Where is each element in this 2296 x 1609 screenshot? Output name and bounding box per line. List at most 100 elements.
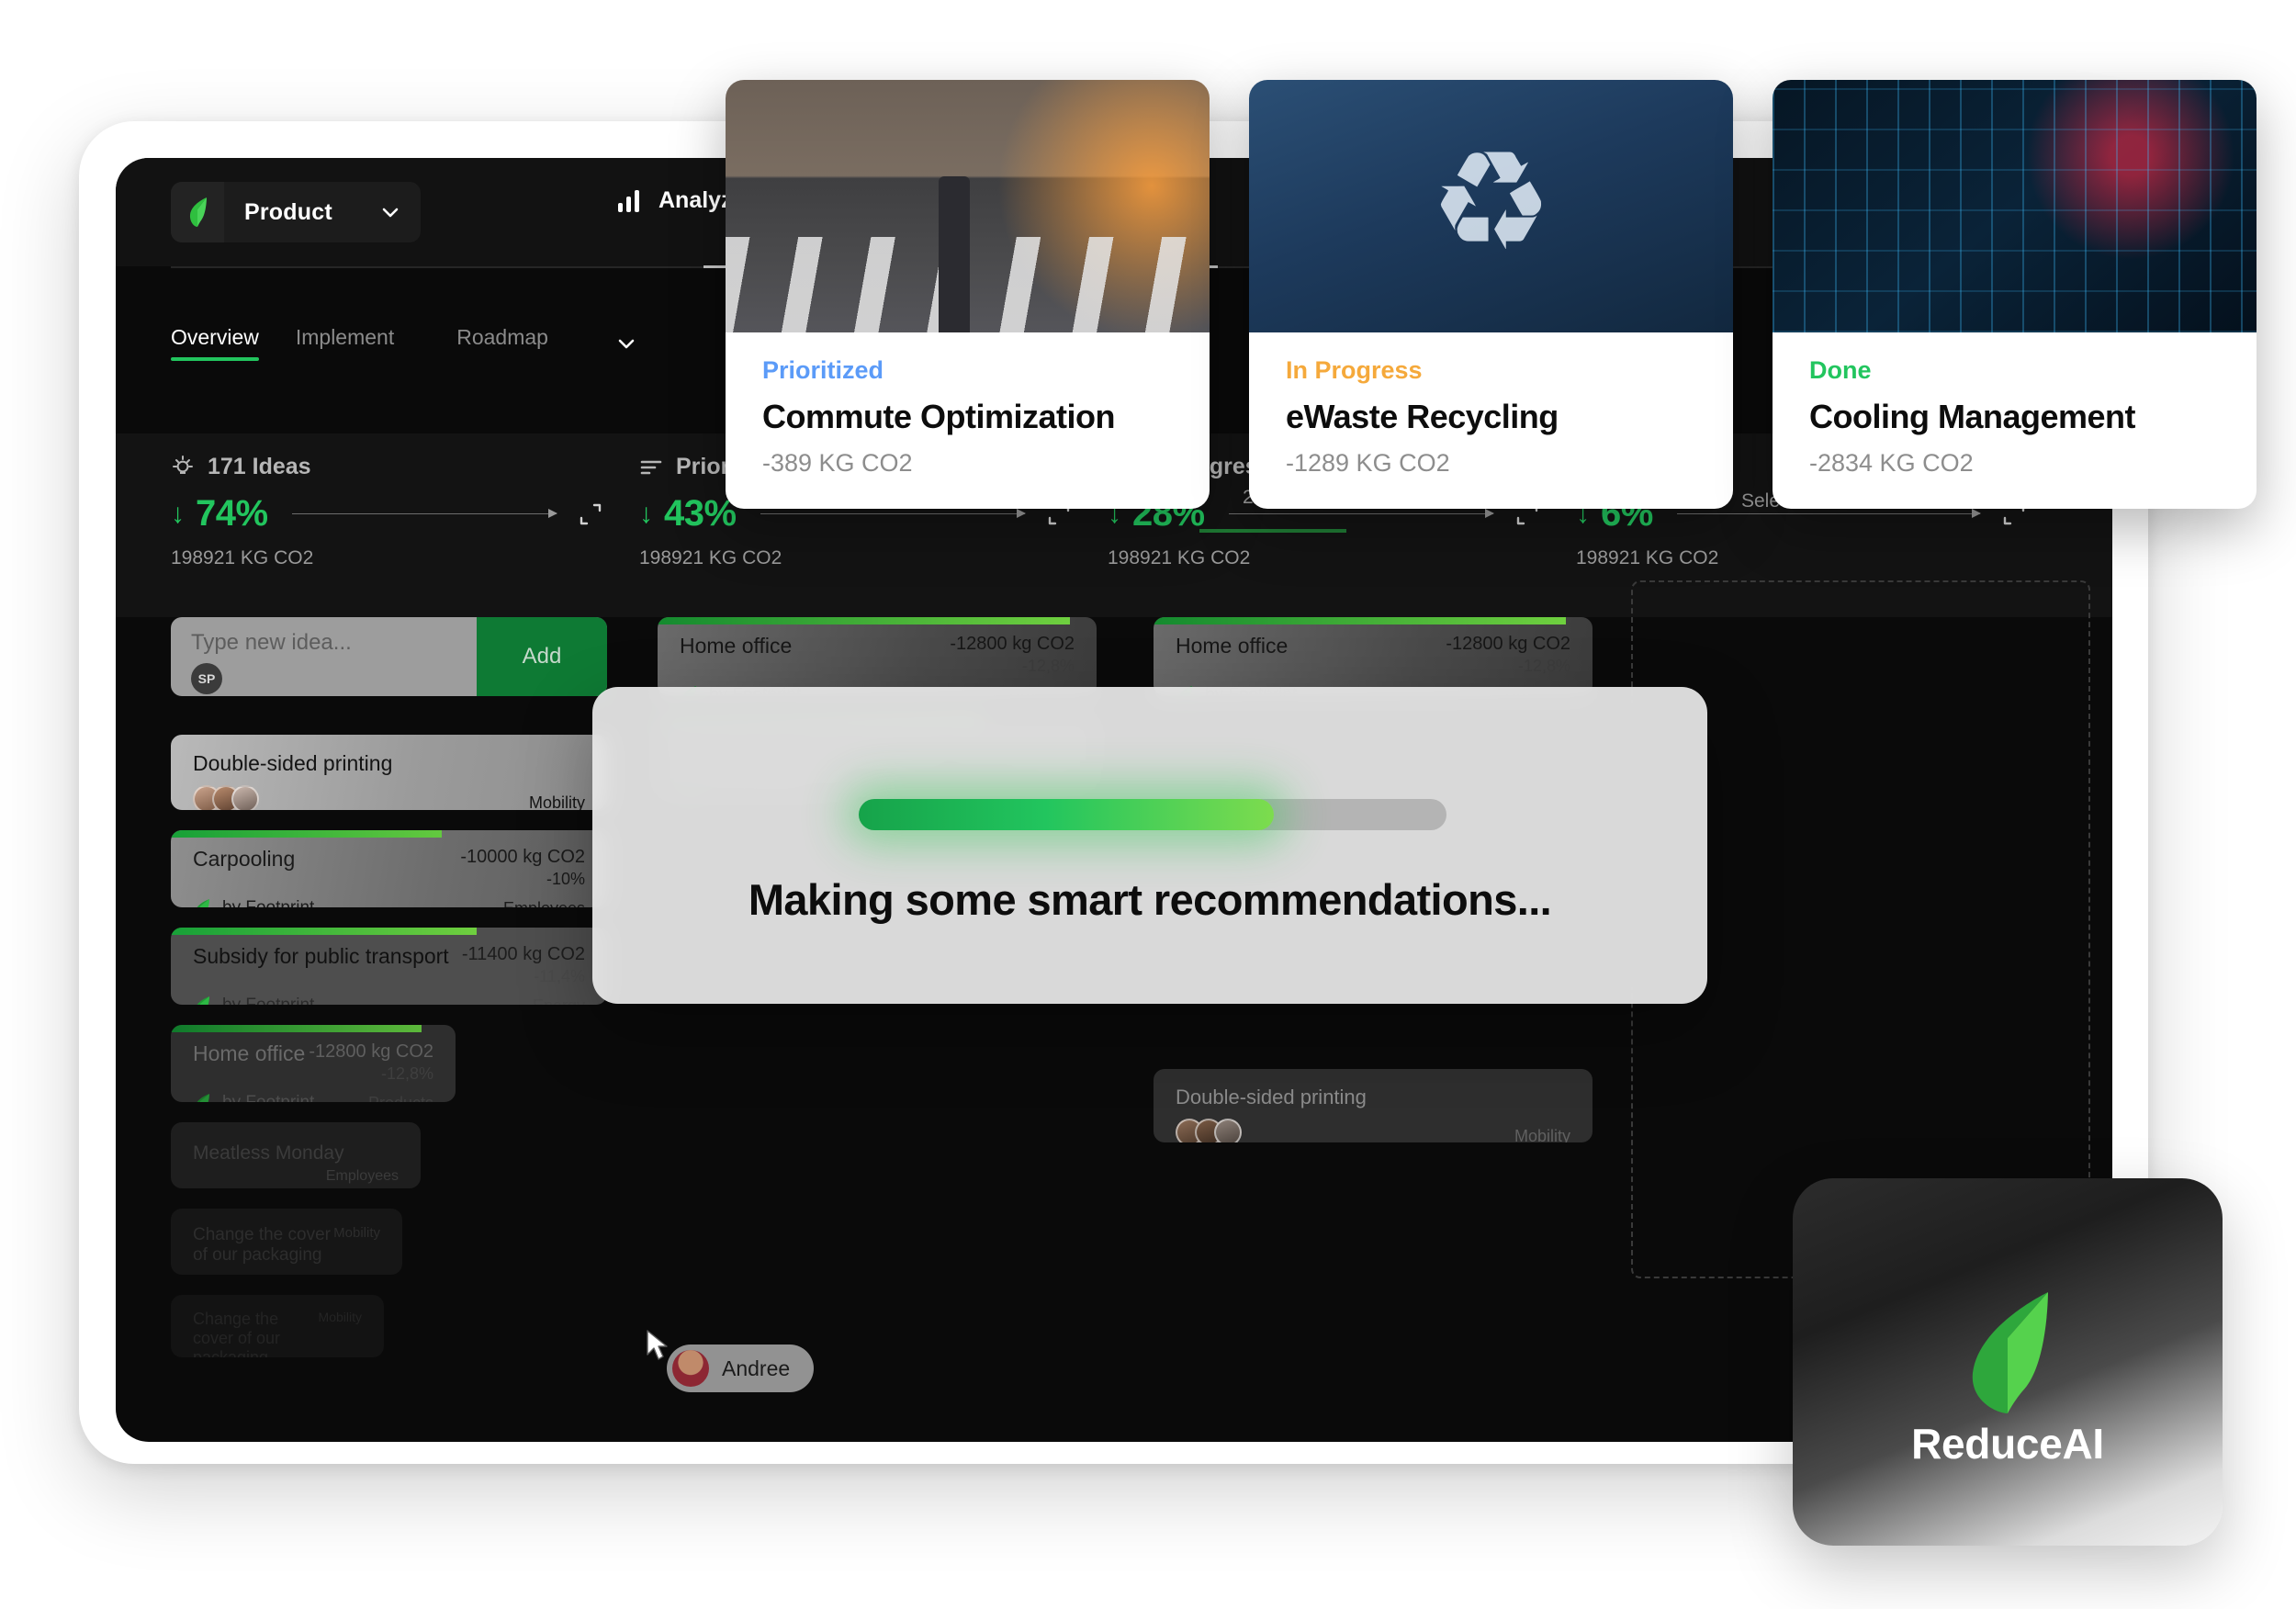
card-title: Meatless Monday (193, 1142, 344, 1164)
stat-trend-line (1676, 509, 1982, 518)
recycling-bin-photo (1249, 80, 1733, 332)
card-title: Home office (193, 1041, 306, 1065)
card-progress-bar (658, 617, 1071, 624)
tab-roadmap[interactable]: Roadmap (456, 325, 548, 361)
collaborator-cursor: Andree (645, 1330, 815, 1392)
workspace-switcher[interactable]: Product (171, 182, 421, 242)
down-arrow-icon: ↓ (639, 498, 653, 529)
card-co2: -12800 kg CO2 (1446, 634, 1570, 654)
stat-trend-line (760, 509, 1027, 518)
prioritized-card[interactable]: Home office -12800 kg CO2 -12,8% by Foot… (658, 617, 1097, 696)
status-badge: In Progress (1286, 356, 1423, 384)
idea-card[interactable]: Subsidy for public transport -11400 kg C… (171, 928, 607, 1005)
stat-title: 171 Ideas (208, 454, 311, 479)
leaf-icon (197, 899, 209, 907)
status-card-co2: -2834 KG CO2 (1809, 449, 1974, 477)
card-by-text: by Footprint (222, 898, 314, 907)
brand-name: ReduceAI (1911, 1420, 2104, 1468)
idea-card[interactable]: Meatless Monday Employees (171, 1122, 421, 1188)
chevron-down-icon[interactable] (378, 200, 402, 224)
tab-overview[interactable]: Overview (171, 325, 259, 361)
idea-card[interactable]: Carpooling -10000 kg CO2 -10% by Footpri… (171, 830, 607, 907)
card-byline: by Footprint (193, 1093, 314, 1102)
screenshot-root: Product Analyze Overview Implement Roadm… (0, 0, 2296, 1609)
card-title: Change the cover of our packaging (193, 1310, 281, 1357)
loading-modal: Making some smart recommendations... (592, 687, 1707, 1004)
tab-chevron-down-icon[interactable] (614, 332, 638, 355)
stat-subtext: 198921 KG CO2 (639, 547, 782, 568)
card-category: Mobility (528, 793, 585, 810)
collaborator-name: Andree (722, 1356, 791, 1380)
card-progress-bar (171, 830, 442, 838)
stat-trend-line (291, 509, 558, 518)
idea-card[interactable]: Change the cover of our packaging Mobili… (171, 1209, 402, 1275)
card-percent: -11,4% (534, 967, 585, 985)
column-ideas: Type new idea... SP Add Double-sided pri… (171, 617, 607, 1378)
status-card-inprogress[interactable]: In Progress eWaste Recycling -1289 KG CO… (1249, 80, 1733, 509)
section-tabs: Overview Implement Roadmap (171, 325, 638, 361)
card-title: Home office (1176, 634, 1289, 658)
card-category: Energy (533, 996, 585, 1005)
status-badge: Done (1809, 356, 1872, 384)
timeline-marker (1199, 529, 1346, 533)
leaf-icon (171, 182, 224, 242)
card-category: Mobility (318, 1310, 362, 1324)
inprogress-card[interactable]: Double-sided printing Mobility (1154, 1069, 1593, 1142)
filter-lines-icon (639, 456, 663, 479)
card-percent: -12,8% (1517, 657, 1570, 675)
collaborator-avatar (672, 1350, 709, 1387)
card-category: Products (368, 1094, 433, 1102)
idea-card[interactable]: Change the cover of our packaging Mobili… (171, 1295, 384, 1357)
status-card-done[interactable]: Done Cooling Management -2834 KG CO2 (1773, 80, 2257, 509)
status-card-prioritized[interactable]: Prioritized Commute Optimization -389 KG… (726, 80, 1210, 509)
add-idea-button[interactable]: Add (477, 617, 607, 696)
stat-ideas: 171 Ideas ↓ 74% 198921 KG CO2 (171, 454, 602, 569)
idea-card[interactable]: Double-sided printing Mobility (171, 735, 607, 810)
city-street-photo (726, 80, 1210, 332)
card-title: Double-sided printing (193, 751, 393, 775)
stat-subtext: 198921 KG CO2 (1108, 547, 1251, 568)
card-category: Mobility (1514, 1127, 1570, 1142)
card-by-text: by Footprint (222, 1093, 314, 1102)
new-idea-composer[interactable]: Type new idea... SP Add (171, 617, 607, 696)
card-co2: -10000 kg CO2 (460, 847, 585, 867)
progress-fill (859, 799, 1274, 830)
card-progress-bar (171, 1025, 422, 1032)
down-arrow-icon: ↓ (171, 498, 185, 529)
new-idea-placeholder: Type new idea... (191, 630, 352, 655)
card-category: Mobility (333, 1225, 380, 1241)
tab-implement[interactable]: Implement (296, 325, 394, 361)
stat-subtext: 198921 KG CO2 (171, 547, 314, 568)
card-co2: -12800 kg CO2 (950, 634, 1075, 654)
loading-message: Making some smart recommendations... (748, 875, 1552, 924)
assignee-avatars (193, 785, 259, 810)
stat-subtext: 198921 KG CO2 (1576, 547, 1719, 568)
card-progress-bar (1154, 617, 1567, 624)
collaborator-chip: Andree (667, 1345, 815, 1392)
stat-percent: 74% (196, 493, 268, 534)
card-title: Home office (680, 634, 793, 658)
card-title: Subsidy for public transport (193, 944, 449, 968)
card-category: Employees (325, 1168, 399, 1184)
progress-track (859, 799, 1446, 830)
lightbulb-icon (171, 455, 195, 479)
card-category: Employees (503, 899, 585, 907)
card-byline: by Footprint (193, 996, 314, 1005)
card-co2: -11400 kg CO2 (461, 944, 585, 964)
inprogress-card[interactable]: Home office -12800 kg CO2 -12,8% by Foot… (1154, 617, 1593, 696)
status-card-title: Cooling Management (1809, 398, 2136, 435)
card-percent: -12,8% (1021, 657, 1075, 675)
status-card-co2: -389 KG CO2 (762, 449, 913, 477)
expand-icon[interactable] (579, 502, 602, 526)
card-title: Carpooling (193, 847, 296, 871)
stat-percent: 43% (664, 493, 737, 534)
new-idea-field[interactable]: Type new idea... SP (171, 617, 477, 696)
leaf-icon (1972, 1292, 2048, 1413)
idea-card[interactable]: Home office -12800 kg CO2 -12,8% by Foot… (171, 1025, 456, 1102)
bar-chart-icon (616, 188, 644, 214)
card-percent: -12,8% (380, 1064, 433, 1083)
status-badge: Prioritized (762, 356, 884, 384)
server-cooling-photo (1773, 80, 2257, 332)
card-byline: by Footprint (193, 898, 314, 907)
status-card-co2: -1289 KG CO2 (1286, 449, 1450, 477)
